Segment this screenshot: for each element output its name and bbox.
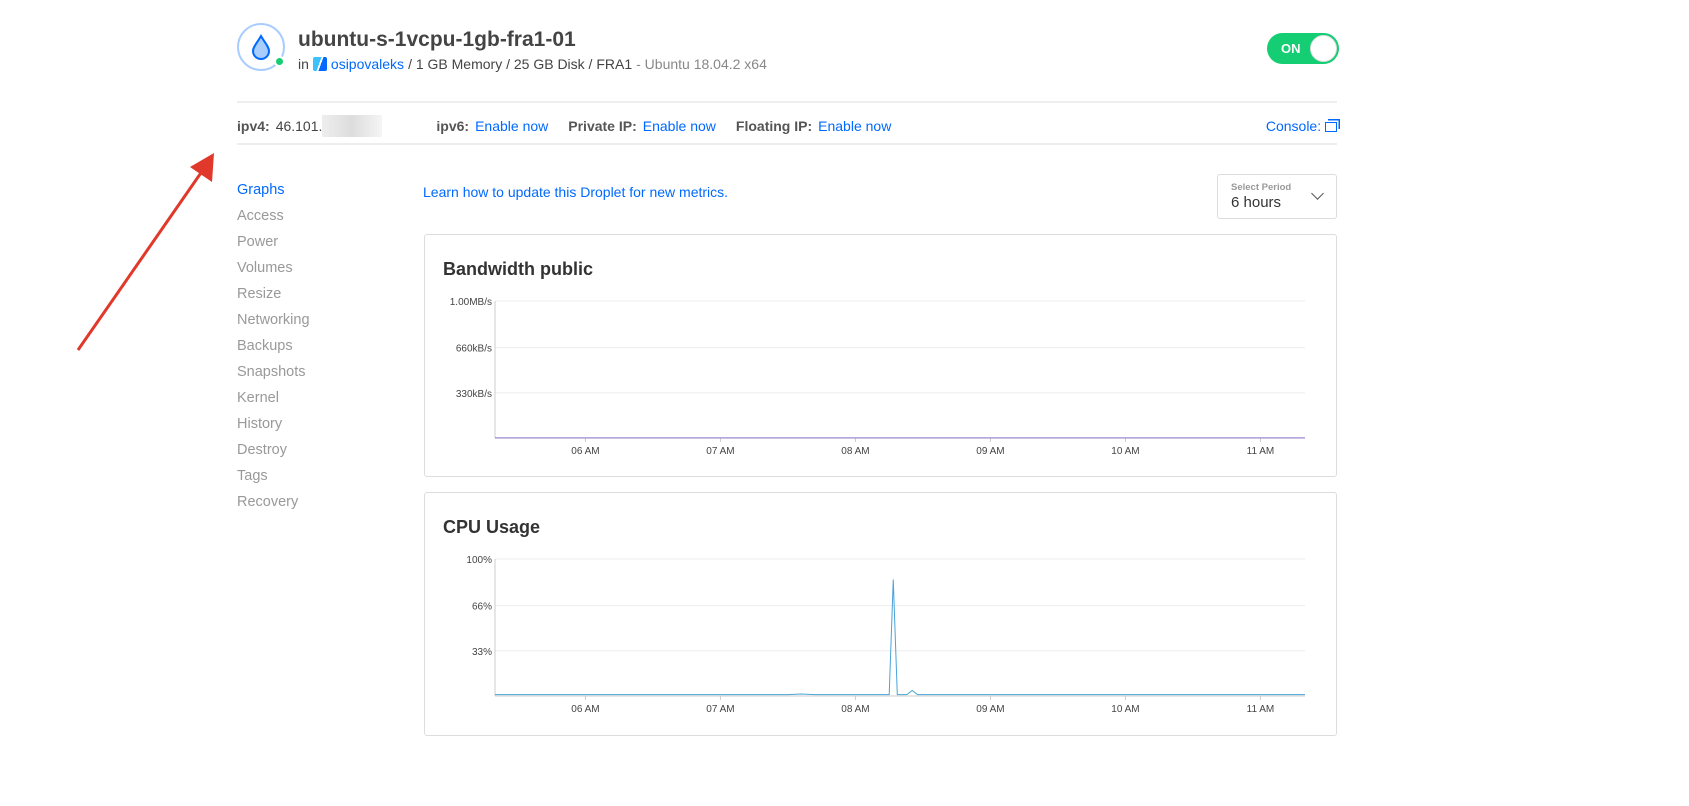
ipv6-label: ipv6: [436, 118, 470, 134]
network-row: ipv4: 46.101. ipv6: Enable now Private IP:… [237, 115, 1337, 137]
sidebar-item-history[interactable]: History [237, 411, 310, 437]
x-tick-label: 09 AM [976, 704, 1004, 715]
x-tick-label: 09 AM [976, 446, 1004, 457]
droplet-os: - Ubuntu 18.04.2 x64 [636, 56, 767, 72]
divider [237, 143, 1337, 145]
console-label: Console: [1265, 118, 1322, 134]
ipv6-enable-link[interactable]: Enable now [475, 118, 548, 134]
status-dot [274, 56, 285, 67]
y-tick-label: 100% [466, 555, 492, 566]
external-window-icon [1325, 122, 1337, 133]
x-tick-label: 10 AM [1111, 704, 1139, 715]
private-ip-enable-link[interactable]: Enable now [643, 118, 716, 134]
bandwidth-chart: 330kB/s 660kB/s 1.00MB/s 06 AM 07 AM 08 AM 09 … [450, 297, 1305, 457]
floating-ip-label: Floating IP: [735, 118, 813, 134]
droplet-subtitle: in osipovaleks / 1 GB Memory / 25 GB Dis… [298, 56, 767, 72]
in-label: in [298, 56, 309, 72]
y-tick-label: 1.00MB/s [450, 297, 492, 308]
x-tick-label: 10 AM [1111, 446, 1139, 457]
sidebar-item-tags[interactable]: Tags [237, 463, 310, 489]
power-toggle[interactable]: ON [1267, 33, 1339, 64]
project-icon [312, 57, 327, 71]
y-tick-label: 33% [472, 647, 492, 658]
droplet-specs: / 1 GB Memory / 25 GB Disk / FRA1 [408, 56, 633, 72]
annotation-arrow [76, 153, 214, 351]
cpu-chart-card: CPU Usage 33% 66% 100% 06 AM 07 AM 08 AM 09 AM… [424, 492, 1337, 736]
period-select[interactable]: Select Period 6 hours [1217, 174, 1337, 219]
droplet-name: ubuntu-s-1vcpu-1gb-fra1-01 [298, 28, 576, 51]
power-toggle-label: ON [1281, 41, 1301, 56]
sidebar-item-destroy[interactable]: Destroy [237, 437, 310, 463]
series-line-cpu [495, 579, 1305, 696]
x-tick-label: 08 AM [841, 446, 869, 457]
floating-ip-enable-link[interactable]: Enable now [818, 118, 891, 134]
console-link[interactable]: Console: [1266, 118, 1337, 134]
cpu-chart: 33% 66% 100% 06 AM 07 AM 08 AM 09 AM 10 AM 11 AM [466, 555, 1305, 715]
y-tick-label: 66% [472, 602, 492, 613]
divider [237, 101, 1337, 103]
x-tick-label: 08 AM [841, 704, 869, 715]
learn-metrics-link[interactable]: Learn how to update this Droplet for new… [423, 184, 728, 200]
x-tick-label: 11 AM [1247, 704, 1275, 715]
period-value: 6 hours [1231, 194, 1282, 211]
x-tick-label: 11 AM [1247, 446, 1275, 457]
y-tick-label: 660kB/s [456, 344, 492, 355]
x-tick-label: 07 AM [706, 446, 734, 457]
x-tick-label: 06 AM [571, 446, 599, 457]
x-tick-label: 07 AM [706, 704, 734, 715]
redacted-ip [322, 115, 383, 137]
y-tick-label: 330kB/s [456, 389, 492, 400]
period-label: Select Period [1231, 182, 1292, 193]
toggle-knob [1310, 35, 1337, 62]
x-tick-label: 06 AM [571, 704, 599, 715]
ipv4-value[interactable]: 46.101. [276, 118, 323, 134]
private-ip-label: Private IP: [568, 118, 637, 134]
sidebar-item-recovery[interactable]: Recovery [237, 489, 310, 515]
project-link[interactable]: osipovaleks [331, 56, 404, 72]
bandwidth-chart-card: Bandwidth public 330kB/s 660kB/s 1.00MB/s 0… [424, 234, 1337, 477]
sidebar-item-kernel[interactable]: Kernel [237, 385, 310, 411]
